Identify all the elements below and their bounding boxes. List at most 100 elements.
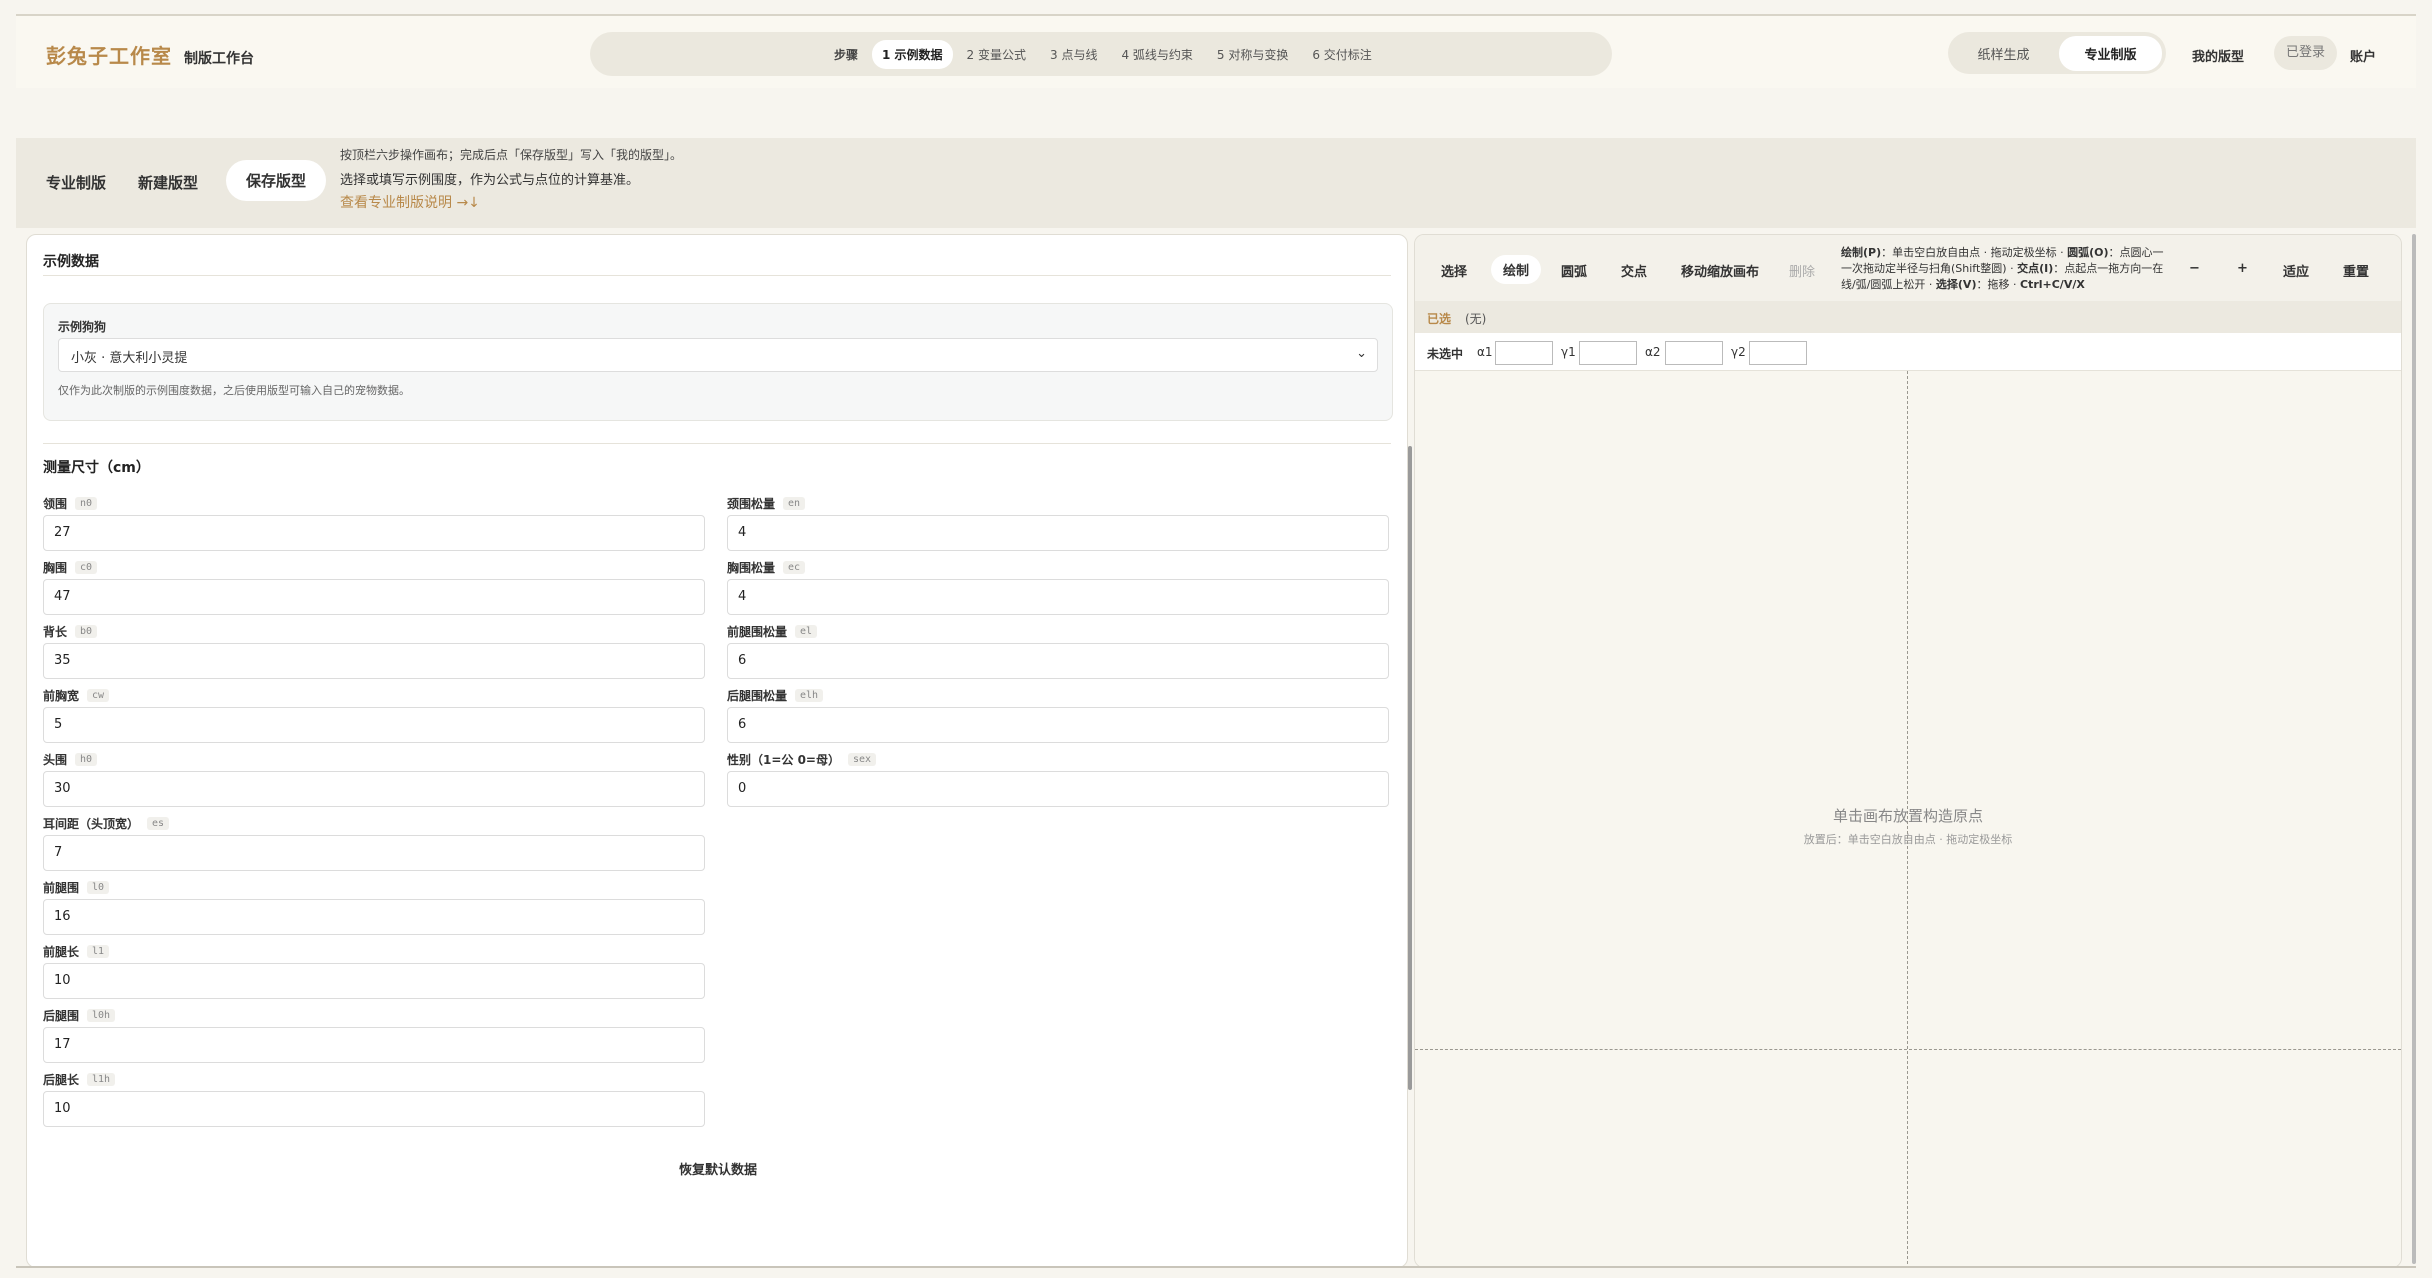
left-panel-scrollbar[interactable] — [1408, 446, 1412, 1090]
alpha2-input[interactable] — [1665, 341, 1723, 365]
field-label: 前腿围 — [43, 880, 80, 895]
horizontal-axis-guide — [1415, 1049, 2401, 1050]
chest-input[interactable]: 47 — [43, 579, 705, 615]
sub-header: 专业制版 新建版型 保存版型 按顶栏六步操作画布；完成后点「保存版型」写入「我的… — [16, 138, 2416, 228]
field-label: 前腿围松量 — [727, 624, 788, 639]
variable-code: elh — [795, 688, 824, 702]
top-bar: 彭兔子工作室 制版工作台 步骤 1 示例数据 2 变量公式 3 点与线 4 弧线… — [16, 14, 2416, 88]
front-leg-ease-input[interactable]: 6 — [727, 643, 1389, 679]
field-sex: 性别（1=公 0=母） sex 0 — [727, 751, 1389, 807]
brand[interactable]: 彭兔子工作室 制版工作台 — [46, 40, 254, 69]
front-leg-girth-input[interactable]: 16 — [43, 899, 705, 935]
canvas-placeholder-message: 单击画布放置构造原点 — [1832, 807, 1983, 825]
field-hind-leg-length: 后腿长 l1h 10 — [43, 1071, 705, 1127]
drafting-canvas[interactable]: 单击画布放置构造原点 放置后：单击空白放自由点 · 拖动定极坐标 — [1415, 371, 2401, 1267]
field-chest-ease: 胸围松量 ec 4 — [727, 559, 1389, 615]
mode-pattern-generate[interactable]: 纸样生成 — [1952, 36, 2055, 71]
step-4-arcs-constraints[interactable]: 4 弧线与约束 — [1111, 40, 1202, 69]
tool-select[interactable]: 选择 — [1441, 261, 1467, 280]
ear-spacing-input[interactable]: 7 — [43, 835, 705, 871]
tool-intersection[interactable]: 交点 — [1621, 261, 1647, 280]
fit-view-button[interactable]: 适应 — [2283, 261, 2309, 280]
hind-leg-girth-input[interactable]: 17 — [43, 1027, 705, 1063]
field-label: 领围 — [43, 496, 68, 511]
tool-arc[interactable]: 圆弧 — [1561, 261, 1587, 280]
front-chest-width-input[interactable]: 5 — [43, 707, 705, 743]
field-label: 背长 — [43, 624, 68, 639]
selection-bar: 已选 (无) — [1415, 301, 2401, 333]
step-2-variable-formula[interactable]: 2 变量公式 — [957, 40, 1036, 69]
canvas-placeholder-hint: 放置后：单击空白放自由点 · 拖动定极坐标 — [1803, 833, 2013, 846]
tab-new-pattern[interactable]: 新建版型 — [138, 172, 198, 193]
page-scrollbar[interactable] — [2412, 234, 2416, 1264]
restore-defaults-button[interactable]: 恢复默认数据 — [679, 1159, 757, 1178]
field-front-leg-ease: 前腿围松量 el 6 — [727, 623, 1389, 679]
alpha2-label: α2 — [1645, 345, 1661, 359]
tool-draw[interactable]: 绘制 — [1491, 255, 1542, 284]
variable-code: en — [783, 496, 806, 510]
hind-leg-ease-input[interactable]: 6 — [727, 707, 1389, 743]
coordinate-bar: 未选中 α1 γ1 α2 γ2 — [1415, 333, 2401, 371]
variable-code: n0 — [75, 496, 98, 510]
variable-code: sex — [848, 752, 877, 766]
tab-pro-drafting[interactable]: 专业制版 — [46, 172, 106, 193]
field-label: 胸围松量 — [727, 560, 776, 575]
variable-code: h0 — [75, 752, 98, 766]
canvas-toolbar: 选择 绘制 圆弧 交点 移动缩放画布 删除 绘制(P)：单击空白放自由点 · 拖… — [1415, 235, 2401, 305]
field-neck-ease: 颈围松量 en 4 — [727, 495, 1389, 551]
field-chest: 胸围 c0 47 — [43, 559, 705, 615]
reset-view-button[interactable]: 重置 — [2343, 261, 2369, 280]
mode-pro-drafting[interactable]: 专业制版 — [2059, 35, 2162, 71]
field-front-chest-width: 前胸宽 cw 5 — [43, 687, 705, 743]
brand-subtitle: 制版工作台 — [184, 51, 254, 67]
tool-pan-zoom[interactable]: 移动缩放画布 — [1681, 261, 1759, 280]
save-pattern-button[interactable]: 保存版型 — [226, 160, 327, 201]
drafting-canvas-panel: 选择 绘制 圆弧 交点 移动缩放画布 删除 绘制(P)：单击空白放自由点 · 拖… — [1414, 234, 2402, 1268]
field-back-length: 背长 b0 35 — [43, 623, 705, 679]
selection-status: 未选中 — [1427, 347, 1464, 361]
step-5-symmetry-transform[interactable]: 5 对称与变换 — [1207, 40, 1298, 69]
login-status-badge[interactable]: 已登录 — [2274, 36, 2338, 70]
workflow-hint: 按顶栏六步操作画布；完成后点「保存版型」写入「我的版型」。 — [340, 148, 683, 162]
chevron-down-icon: ⌄ — [1356, 346, 1367, 361]
zoom-in-button[interactable]: + — [2237, 261, 2248, 276]
selection-label: 已选 — [1427, 312, 1452, 326]
field-label: 前胸宽 — [43, 688, 80, 703]
head-input[interactable]: 30 — [43, 771, 705, 807]
field-ear-spacing: 耳间距（头顶宽） es 7 — [43, 815, 705, 871]
gamma1-input[interactable] — [1579, 341, 1637, 365]
gamma2-input[interactable] — [1749, 341, 1807, 365]
help-link[interactable]: 查看专业制版说明 →↓ — [340, 192, 480, 212]
chest-ease-input[interactable]: 4 — [727, 579, 1389, 615]
tool-delete[interactable]: 删除 — [1789, 261, 1815, 280]
selection-value: (无) — [1465, 312, 1487, 326]
field-front-leg-length: 前腿长 l1 10 — [43, 943, 705, 999]
sample-dog-select[interactable]: 小灰 · 意大利小灵提 ⌄ — [58, 338, 1378, 372]
step-6-delivery-annotation[interactable]: 6 交付标注 — [1302, 40, 1381, 69]
section-divider — [43, 443, 1391, 444]
sex-input[interactable]: 0 — [727, 771, 1389, 807]
account-link[interactable]: 账户 — [2350, 46, 2376, 65]
hind-leg-length-input[interactable]: 10 — [43, 1091, 705, 1127]
bottom-border — [16, 1266, 2416, 1268]
variable-code: l0 — [87, 880, 110, 894]
step-3-points-lines[interactable]: 3 点与线 — [1040, 40, 1107, 69]
neck-input[interactable]: 27 — [43, 515, 705, 551]
alpha1-input[interactable] — [1495, 341, 1553, 365]
step-1-sample-data[interactable]: 1 示例数据 — [872, 39, 953, 69]
sample-dog-box: 示例狗狗 小灰 · 意大利小灵提 ⌄ 仅作为此次制版的示例围度数据，之后使用版型… — [43, 303, 1393, 421]
sample-note: 仅作为此次制版的示例围度数据，之后使用版型可输入自己的宠物数据。 — [58, 384, 410, 397]
gamma1-label: γ1 — [1561, 345, 1576, 359]
field-label: 胸围 — [43, 560, 68, 575]
step-navigator: 步骤 1 示例数据 2 变量公式 3 点与线 4 弧线与约束 5 对称与变换 6… — [590, 32, 1612, 76]
front-leg-length-input[interactable]: 10 — [43, 963, 705, 999]
gamma2-label: γ2 — [1731, 345, 1746, 359]
sample-dog-label: 示例狗狗 — [58, 320, 107, 334]
back-length-input[interactable]: 35 — [43, 643, 705, 679]
my-patterns-link[interactable]: 我的版型 — [2192, 46, 2244, 65]
zoom-out-button[interactable]: − — [2189, 261, 2200, 276]
sample-hint: 选择或填写示例围度，作为公式与点位的计算基准。 — [340, 173, 640, 188]
sample-dog-value: 小灰 · 意大利小灵提 — [71, 351, 188, 366]
measurements-title: 测量尺寸（cm） — [43, 460, 150, 476]
neck-ease-input[interactable]: 4 — [727, 515, 1389, 551]
